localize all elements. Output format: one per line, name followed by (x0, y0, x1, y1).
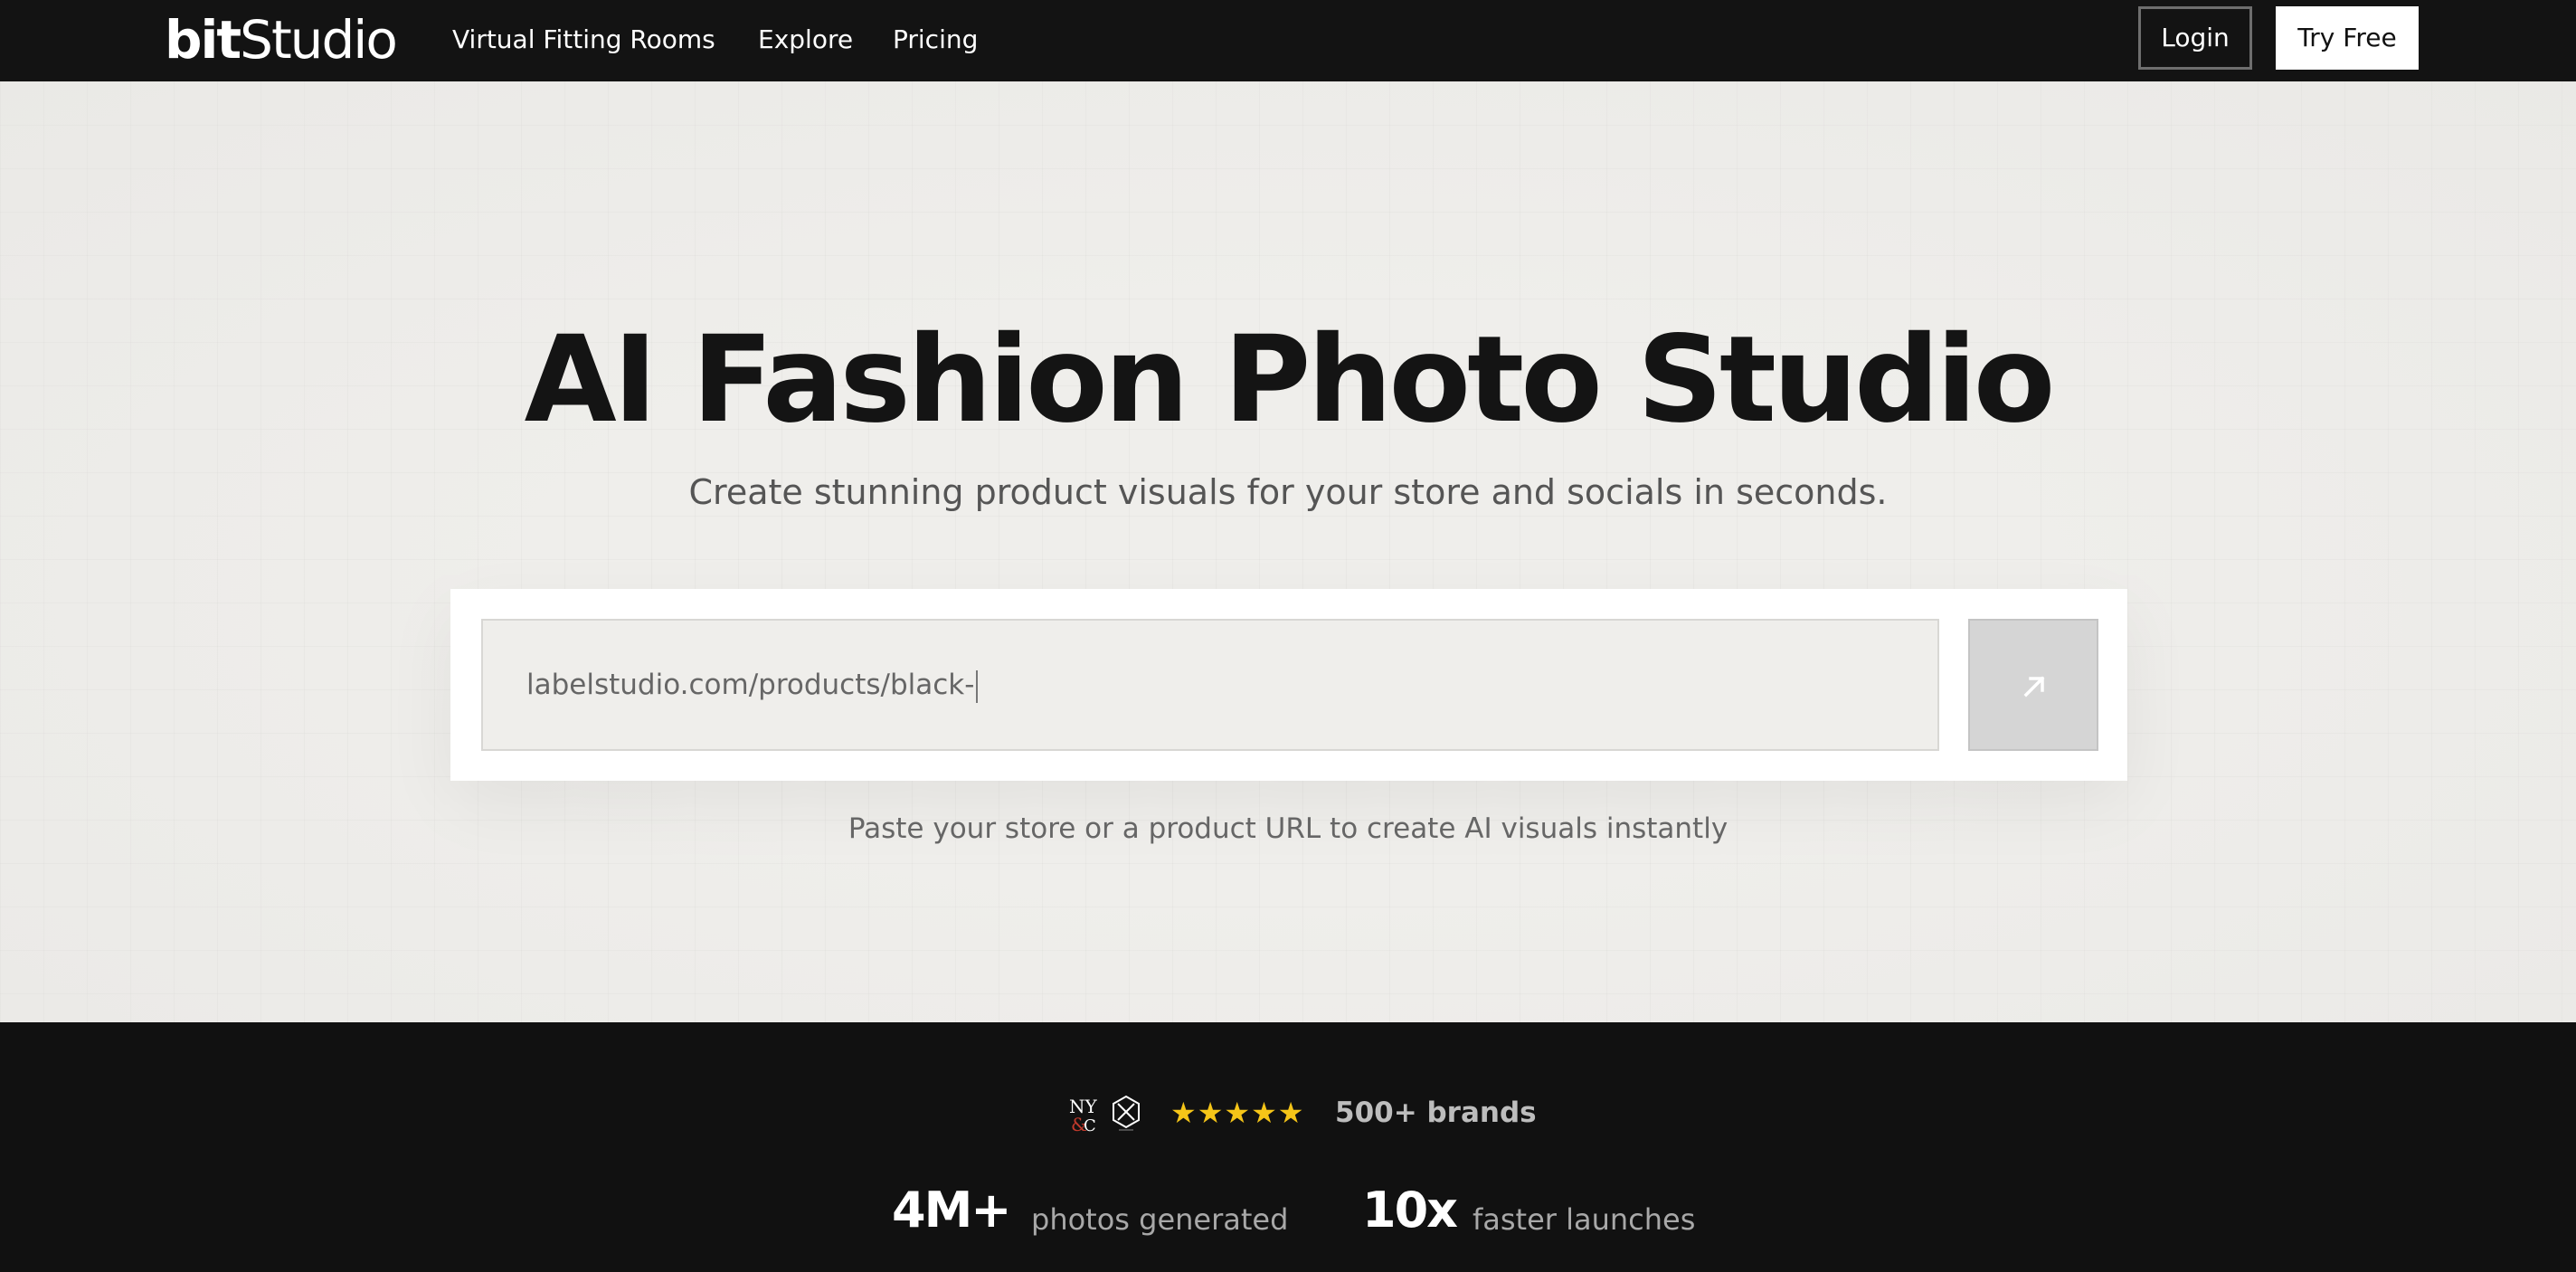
url-input-hint: Paste your store or a product URL to cre… (848, 812, 1728, 845)
nav-link-virtual-fitting-rooms[interactable]: Virtual Fitting Rooms (452, 22, 715, 58)
svg-text:C: C (1084, 1116, 1096, 1134)
stats-band: NY & C ★★★★★ 500+ brands 4M+ photos gene… (0, 1022, 2576, 1272)
hero-title: AI Fashion Photo Studio (524, 310, 2056, 450)
stat-photos-value: 4M+ (892, 1182, 1012, 1239)
hero-subtitle: Create stunning product visuals for your… (688, 472, 1888, 512)
try-free-button[interactable]: Try Free (2276, 6, 2419, 70)
stat-launches-value: 10x (1362, 1182, 1458, 1239)
nav-link-explore[interactable]: Explore (758, 22, 853, 58)
brand-logo[interactable]: bitStudio (165, 9, 398, 71)
brand-logo-nyandc: NY & C (1069, 1096, 1098, 1134)
product-url-input[interactable]: labelstudio.com/products/black- (481, 619, 1939, 751)
top-nav: bitStudio Virtual Fitting Rooms Explore … (0, 0, 2576, 81)
brand-logo-light: Studio (240, 9, 398, 71)
text-caret (976, 669, 979, 703)
login-button[interactable]: Login (2138, 6, 2252, 70)
brand-logo-geometric (1113, 1095, 1140, 1131)
hero-background-glow (0, 81, 2576, 1022)
brands-count: 500+ brands (1335, 1096, 1537, 1129)
social-proof-row: NY & C ★★★★★ 500+ brands (0, 1087, 2576, 1138)
arrow-up-right-icon (2023, 676, 2045, 698)
submit-url-button[interactable] (1968, 619, 2098, 751)
product-url-input-value: labelstudio.com/products/black- (526, 669, 975, 701)
rating-stars: ★★★★★ (1170, 1096, 1305, 1130)
nav-link-pricing[interactable]: Pricing (893, 22, 978, 58)
url-entry-card: labelstudio.com/products/black- (450, 589, 2127, 781)
stat-photos-label: photos generated (1031, 1202, 1289, 1237)
brand-logo-bold: bit (165, 9, 242, 71)
hero-section: AI Fashion Photo Studio Create stunning … (0, 81, 2576, 1022)
stat-launches-label: faster launches (1473, 1202, 1696, 1237)
